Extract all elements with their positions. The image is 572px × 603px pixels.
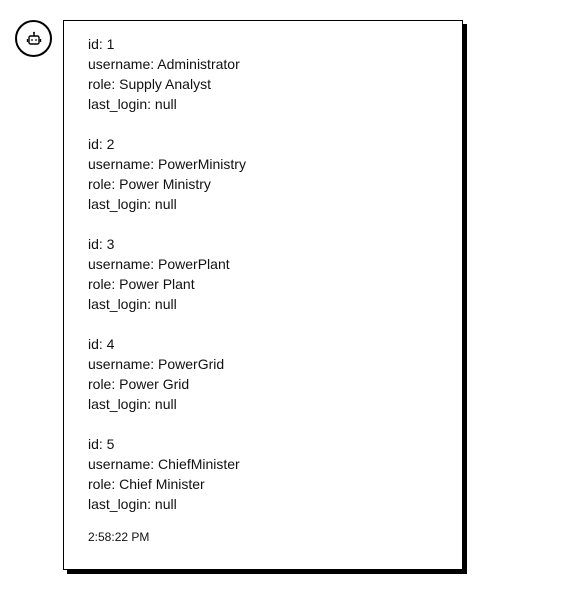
record-id: id: 4 — [88, 336, 115, 352]
record-role: role: Power Ministry — [88, 176, 211, 192]
record-role: role: Power Plant — [88, 276, 195, 292]
record-username: username: ChiefMinister — [88, 456, 240, 472]
list-item: id: 3 username: PowerPlant role: Power P… — [88, 234, 246, 314]
record-role: role: Supply Analyst — [88, 76, 211, 92]
record-id: id: 5 — [88, 436, 115, 452]
record-last-login: last_login: null — [88, 96, 177, 112]
record-last-login: last_login: null — [88, 296, 177, 312]
list-item: id: 5 username: ChiefMinister role: Chie… — [88, 434, 246, 514]
record-id: id: 2 — [88, 136, 115, 152]
record-id: id: 1 — [88, 36, 115, 52]
record-username: username: PowerMinistry — [88, 156, 246, 172]
record-id: id: 3 — [88, 236, 115, 252]
message-timestamp: 2:58:22 PM — [88, 530, 150, 544]
record-last-login: last_login: null — [88, 396, 177, 412]
record-last-login: last_login: null — [88, 196, 177, 212]
list-item: id: 2 username: PowerMinistry role: Powe… — [88, 134, 246, 214]
user-records-list: id: 1 username: Administrator role: Supp… — [88, 34, 246, 534]
robot-icon — [26, 31, 41, 45]
record-last-login: last_login: null — [88, 496, 177, 512]
record-role: role: Power Grid — [88, 376, 190, 392]
list-item: id: 1 username: Administrator role: Supp… — [88, 34, 246, 114]
record-role: role: Chief Minister — [88, 476, 205, 492]
record-username: username: PowerGrid — [88, 356, 225, 372]
list-item: id: 4 username: PowerGrid role: Power Gr… — [88, 334, 246, 414]
record-username: username: PowerPlant — [88, 256, 230, 272]
bot-message-bubble: id: 1 username: Administrator role: Supp… — [63, 20, 463, 570]
bot-avatar — [15, 20, 52, 57]
record-username: username: Administrator — [88, 56, 240, 72]
